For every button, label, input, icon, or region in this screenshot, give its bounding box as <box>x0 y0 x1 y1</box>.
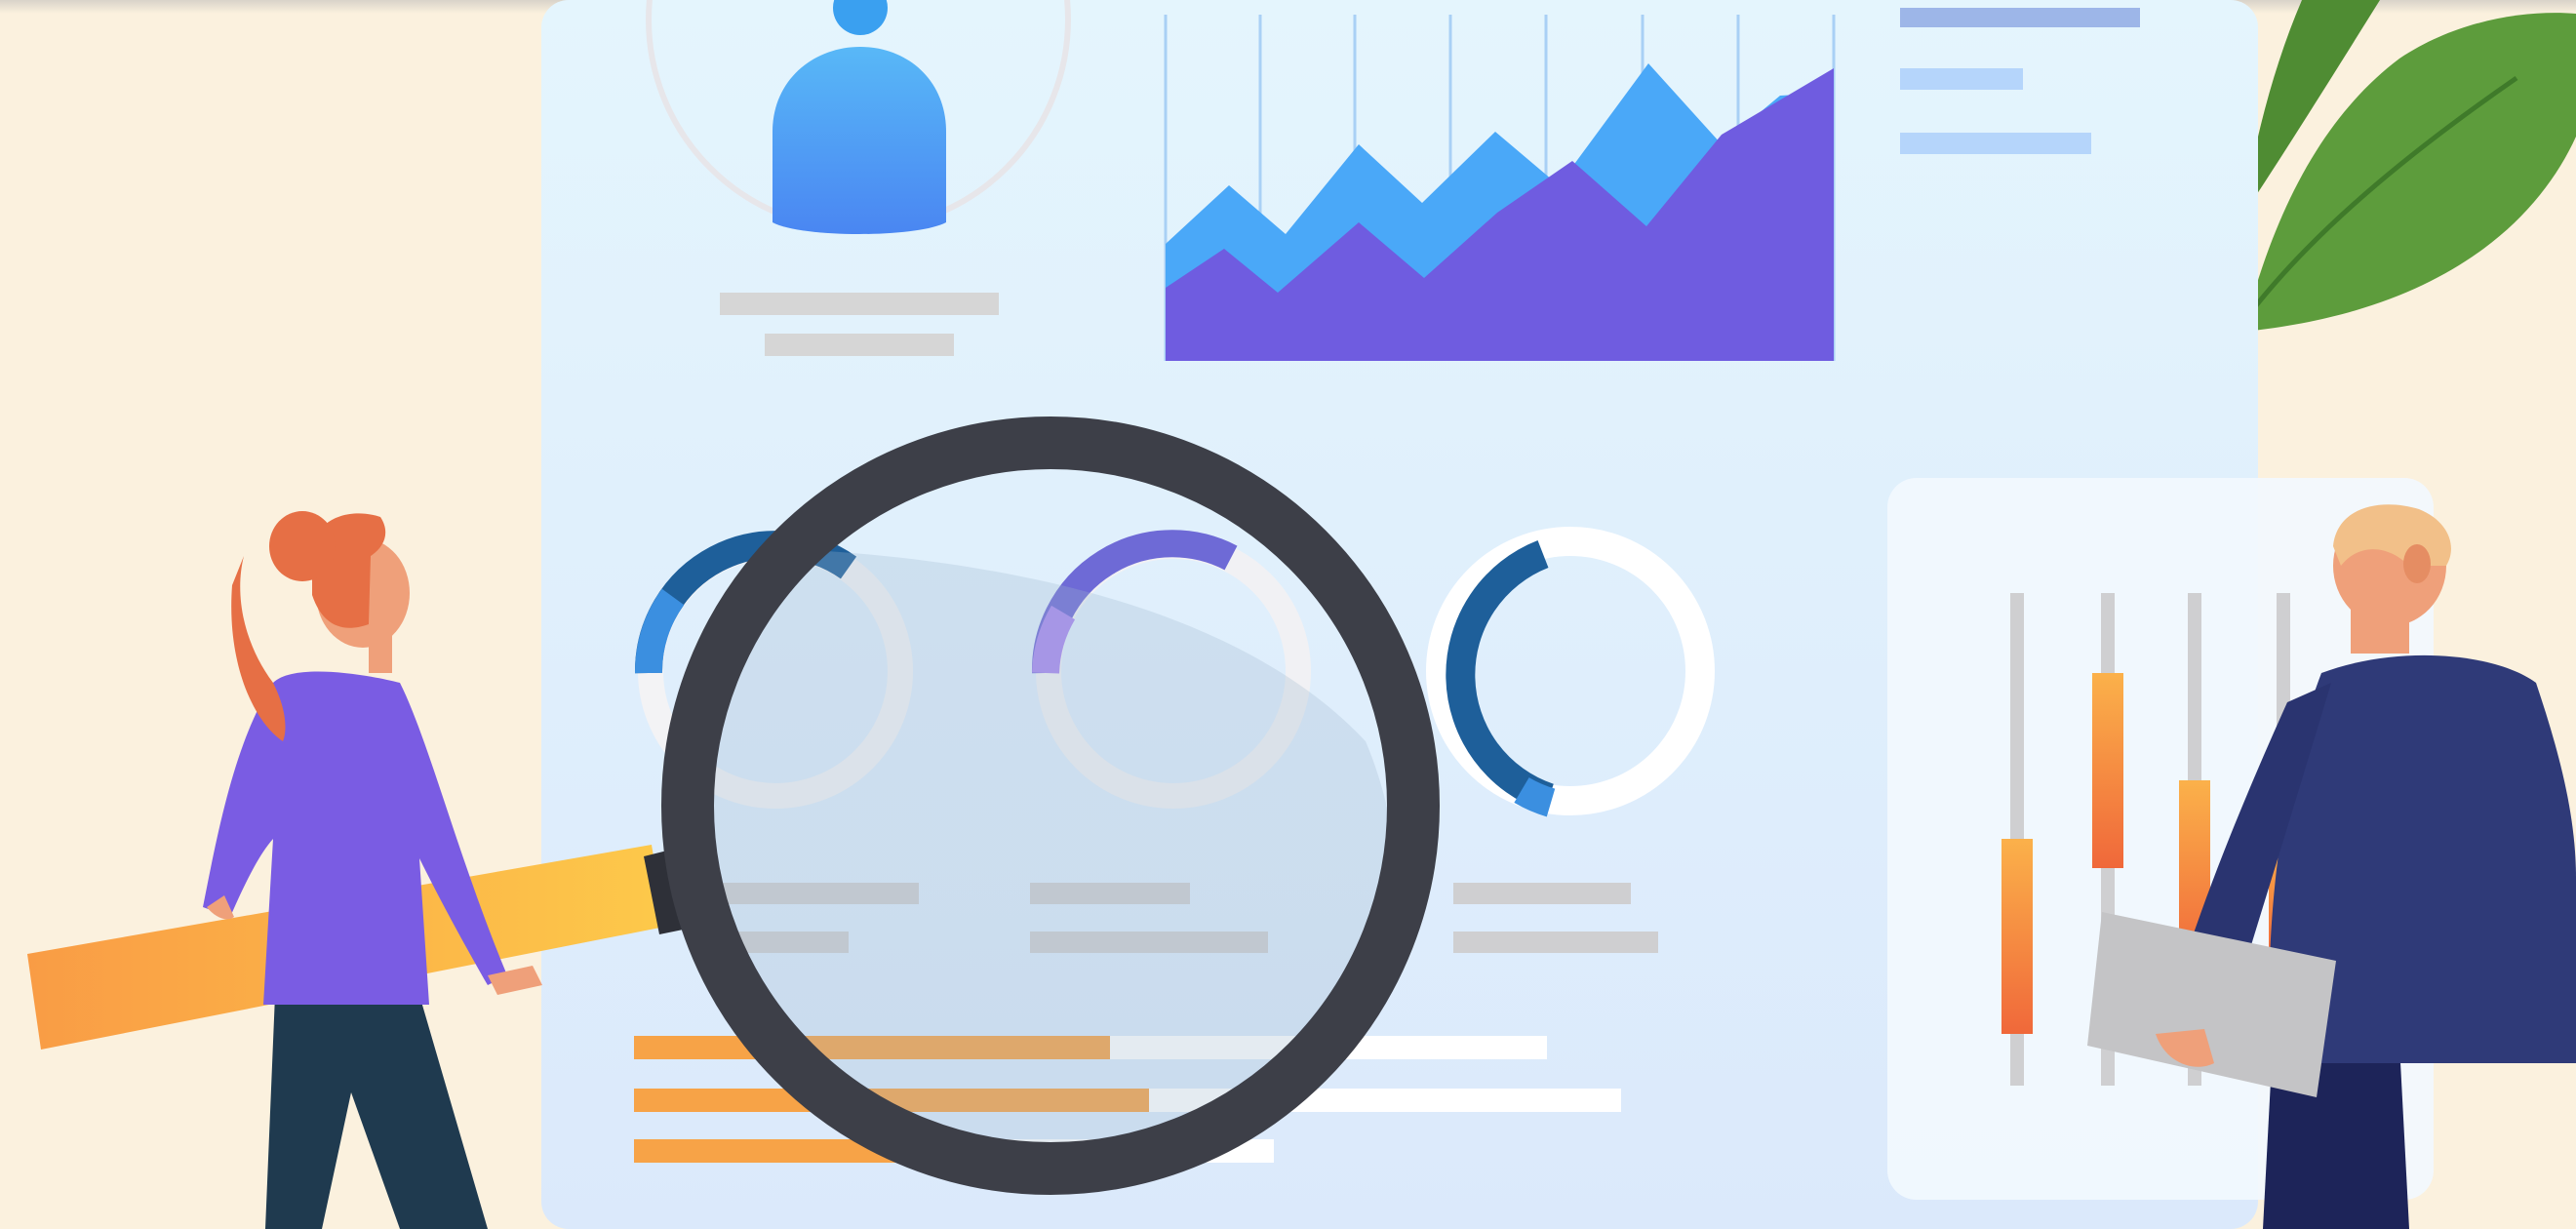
leaf-icon <box>2241 0 2576 333</box>
profile-name-line <box>720 293 999 315</box>
user-avatar-icon <box>773 47 946 234</box>
woman-character <box>203 511 542 1229</box>
profile-subtitle-line <box>765 334 954 356</box>
analytics-illustration <box>27 0 2576 1229</box>
